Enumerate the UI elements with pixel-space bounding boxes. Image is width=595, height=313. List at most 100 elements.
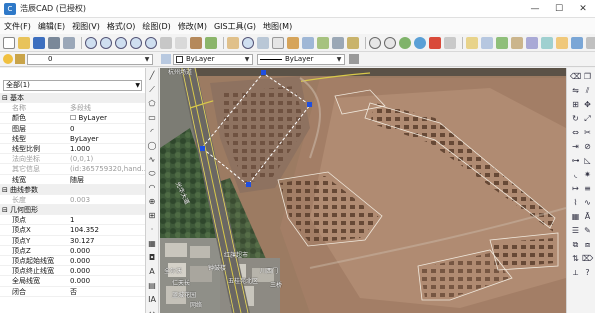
zoom-out-icon[interactable] (100, 36, 112, 49)
property-section-header[interactable]: ⊟ 基本 (0, 93, 145, 104)
edit-text-icon[interactable]: Ā (582, 212, 593, 222)
property-row[interactable]: 法向坐标 (0,0,1) (0, 154, 145, 165)
layer-state-icon[interactable] (3, 54, 13, 64)
chamfer-icon[interactable]: ◺ (582, 156, 593, 166)
property-row[interactable]: 顶点起始线宽 0.000 (0, 256, 145, 267)
scale-icon[interactable]: ⤢ (582, 114, 593, 124)
mtext-icon[interactable]: A (148, 267, 157, 276)
properties-tool-icon[interactable]: ☰ (570, 226, 581, 236)
property-value[interactable]: (0,0,1) (68, 154, 145, 163)
polygon-icon[interactable]: ⬠ (148, 99, 157, 108)
fillet-icon[interactable]: ◟ (570, 170, 581, 180)
menu-draw[interactable]: 绘图(D) (142, 21, 177, 32)
property-value[interactable]: 1.000 (68, 144, 145, 153)
match-tool-icon[interactable]: ✎ (582, 226, 593, 236)
collapse-toggle-icon[interactable]: ⊟ (2, 205, 10, 214)
new-file-icon[interactable] (3, 36, 15, 49)
edit-spline-icon[interactable]: ∿ (582, 198, 593, 208)
properties-icon[interactable] (347, 36, 359, 49)
selection-grip[interactable] (261, 70, 266, 75)
ellipse-arc-icon[interactable]: ◠ (148, 183, 157, 192)
lengthen-icon[interactable]: ↦ (570, 184, 581, 194)
purge-icon[interactable]: ⌦ (582, 254, 593, 264)
selection-grip[interactable] (246, 182, 251, 187)
property-row[interactable]: 颜色 ☐ ByLayer (0, 113, 145, 124)
design-center-icon[interactable] (571, 36, 583, 49)
minimize-button[interactable]: — (523, 0, 547, 18)
image-icon[interactable] (496, 36, 508, 49)
arc-icon[interactable]: ◜ (148, 127, 157, 136)
color-select[interactable]: ByLayer ▼ (173, 53, 253, 65)
pen-icon[interactable] (349, 54, 359, 64)
text-style-icon[interactable] (526, 36, 538, 49)
property-value[interactable]: ByLayer (68, 134, 145, 143)
layer-lock-icon[interactable] (15, 54, 25, 64)
array-icon[interactable]: ⊞ (570, 100, 581, 110)
open-file-icon[interactable] (18, 36, 30, 49)
layer-manager-icon[interactable] (556, 36, 568, 49)
construction-line-icon[interactable]: ⟋ (148, 85, 157, 94)
property-value[interactable]: 0.000 (68, 246, 145, 255)
property-row[interactable]: 顶点Y 30.127 (0, 236, 145, 246)
property-row[interactable]: 闭合 否 (0, 287, 145, 297)
property-row[interactable]: 长度 0.003 (0, 195, 145, 206)
draw-order-icon[interactable]: ⇅ (570, 254, 581, 264)
property-value[interactable]: 多段线 (68, 103, 145, 112)
globe-icon[interactable] (414, 36, 426, 49)
property-value[interactable]: 0.000 (68, 256, 145, 265)
property-value[interactable]: 0.003 (68, 195, 145, 204)
property-section-header[interactable]: ⊟ 曲线参数 (0, 184, 145, 195)
align-icon[interactable]: ≡ (582, 184, 593, 194)
selection-grip[interactable] (307, 102, 312, 107)
property-value[interactable]: 0.000 (68, 266, 145, 275)
property-value[interactable]: (id:365759320,hand… (68, 164, 145, 173)
rotate-icon[interactable]: ↻ (570, 114, 581, 124)
rectangle-icon[interactable]: ▭ (148, 113, 157, 122)
hatch-tool-icon[interactable]: ▦ (148, 239, 157, 248)
property-row[interactable]: 全局线宽 0.000 (0, 276, 145, 287)
property-row[interactable]: 线型 ByLayer (0, 134, 145, 144)
group-icon[interactable]: ⧉ (570, 240, 581, 250)
property-row[interactable]: 线宽 随层 (0, 175, 145, 185)
ungroup-icon[interactable]: ⧈ (582, 240, 593, 250)
property-row[interactable]: 顶点终止线宽 0.000 (0, 266, 145, 277)
menu-edit[interactable]: 编辑(E) (38, 21, 72, 32)
extend-icon[interactable]: ⇥ (570, 142, 581, 152)
layer-tool-icon[interactable] (332, 36, 344, 49)
close-button[interactable]: ✕ (571, 0, 595, 18)
menu-map[interactable]: 地图(M) (263, 21, 299, 32)
property-row[interactable]: 顶点 1 (0, 215, 145, 226)
break-icon[interactable]: ⊘ (582, 142, 593, 152)
join-icon[interactable]: ⊶ (570, 156, 581, 166)
property-row[interactable]: 顶点Z 0.000 (0, 246, 145, 256)
collapse-toggle-icon[interactable]: ⊟ (2, 185, 10, 194)
property-value[interactable]: ☐ ByLayer (68, 113, 145, 122)
property-row[interactable]: 图层 0 (0, 124, 145, 134)
copy-icon[interactable] (175, 36, 187, 49)
property-value[interactable]: 0.000 (68, 276, 145, 285)
ortho-icon[interactable] (302, 36, 314, 49)
menu-gis-tools[interactable]: GIS工具(G) (214, 21, 263, 32)
hatch-icon[interactable] (511, 36, 523, 49)
selection-grip[interactable] (200, 146, 205, 151)
edit-hatch-icon[interactable]: ▦ (570, 212, 581, 222)
erase-icon[interactable]: ⌫ (570, 72, 581, 82)
spline-icon[interactable]: ∿ (148, 155, 157, 164)
print-preview-icon[interactable] (63, 36, 75, 49)
collapse-toggle-icon[interactable]: ⊟ (2, 93, 10, 102)
property-value[interactable]: 104.352 (68, 225, 145, 234)
polar-icon[interactable] (317, 36, 329, 49)
linetype-select[interactable]: ByLayer ▼ (257, 53, 345, 65)
insert-block-icon[interactable]: ⊕ (148, 197, 157, 206)
property-value[interactable]: 0 (68, 124, 145, 133)
zoom-extents-icon[interactable] (130, 36, 142, 49)
property-value[interactable]: 30.127 (68, 236, 145, 245)
zoom-previous-icon[interactable] (145, 36, 157, 49)
redo-icon[interactable] (384, 36, 396, 49)
grid-icon[interactable] (272, 36, 284, 49)
property-row[interactable]: 其它信息 (id:365759320,hand… (0, 164, 145, 175)
menu-view[interactable]: 视图(V) (72, 21, 107, 32)
maximize-button[interactable]: ☐ (547, 0, 571, 18)
dimension-icon[interactable]: ↔ (148, 309, 157, 313)
measure-icon[interactable] (257, 36, 269, 49)
